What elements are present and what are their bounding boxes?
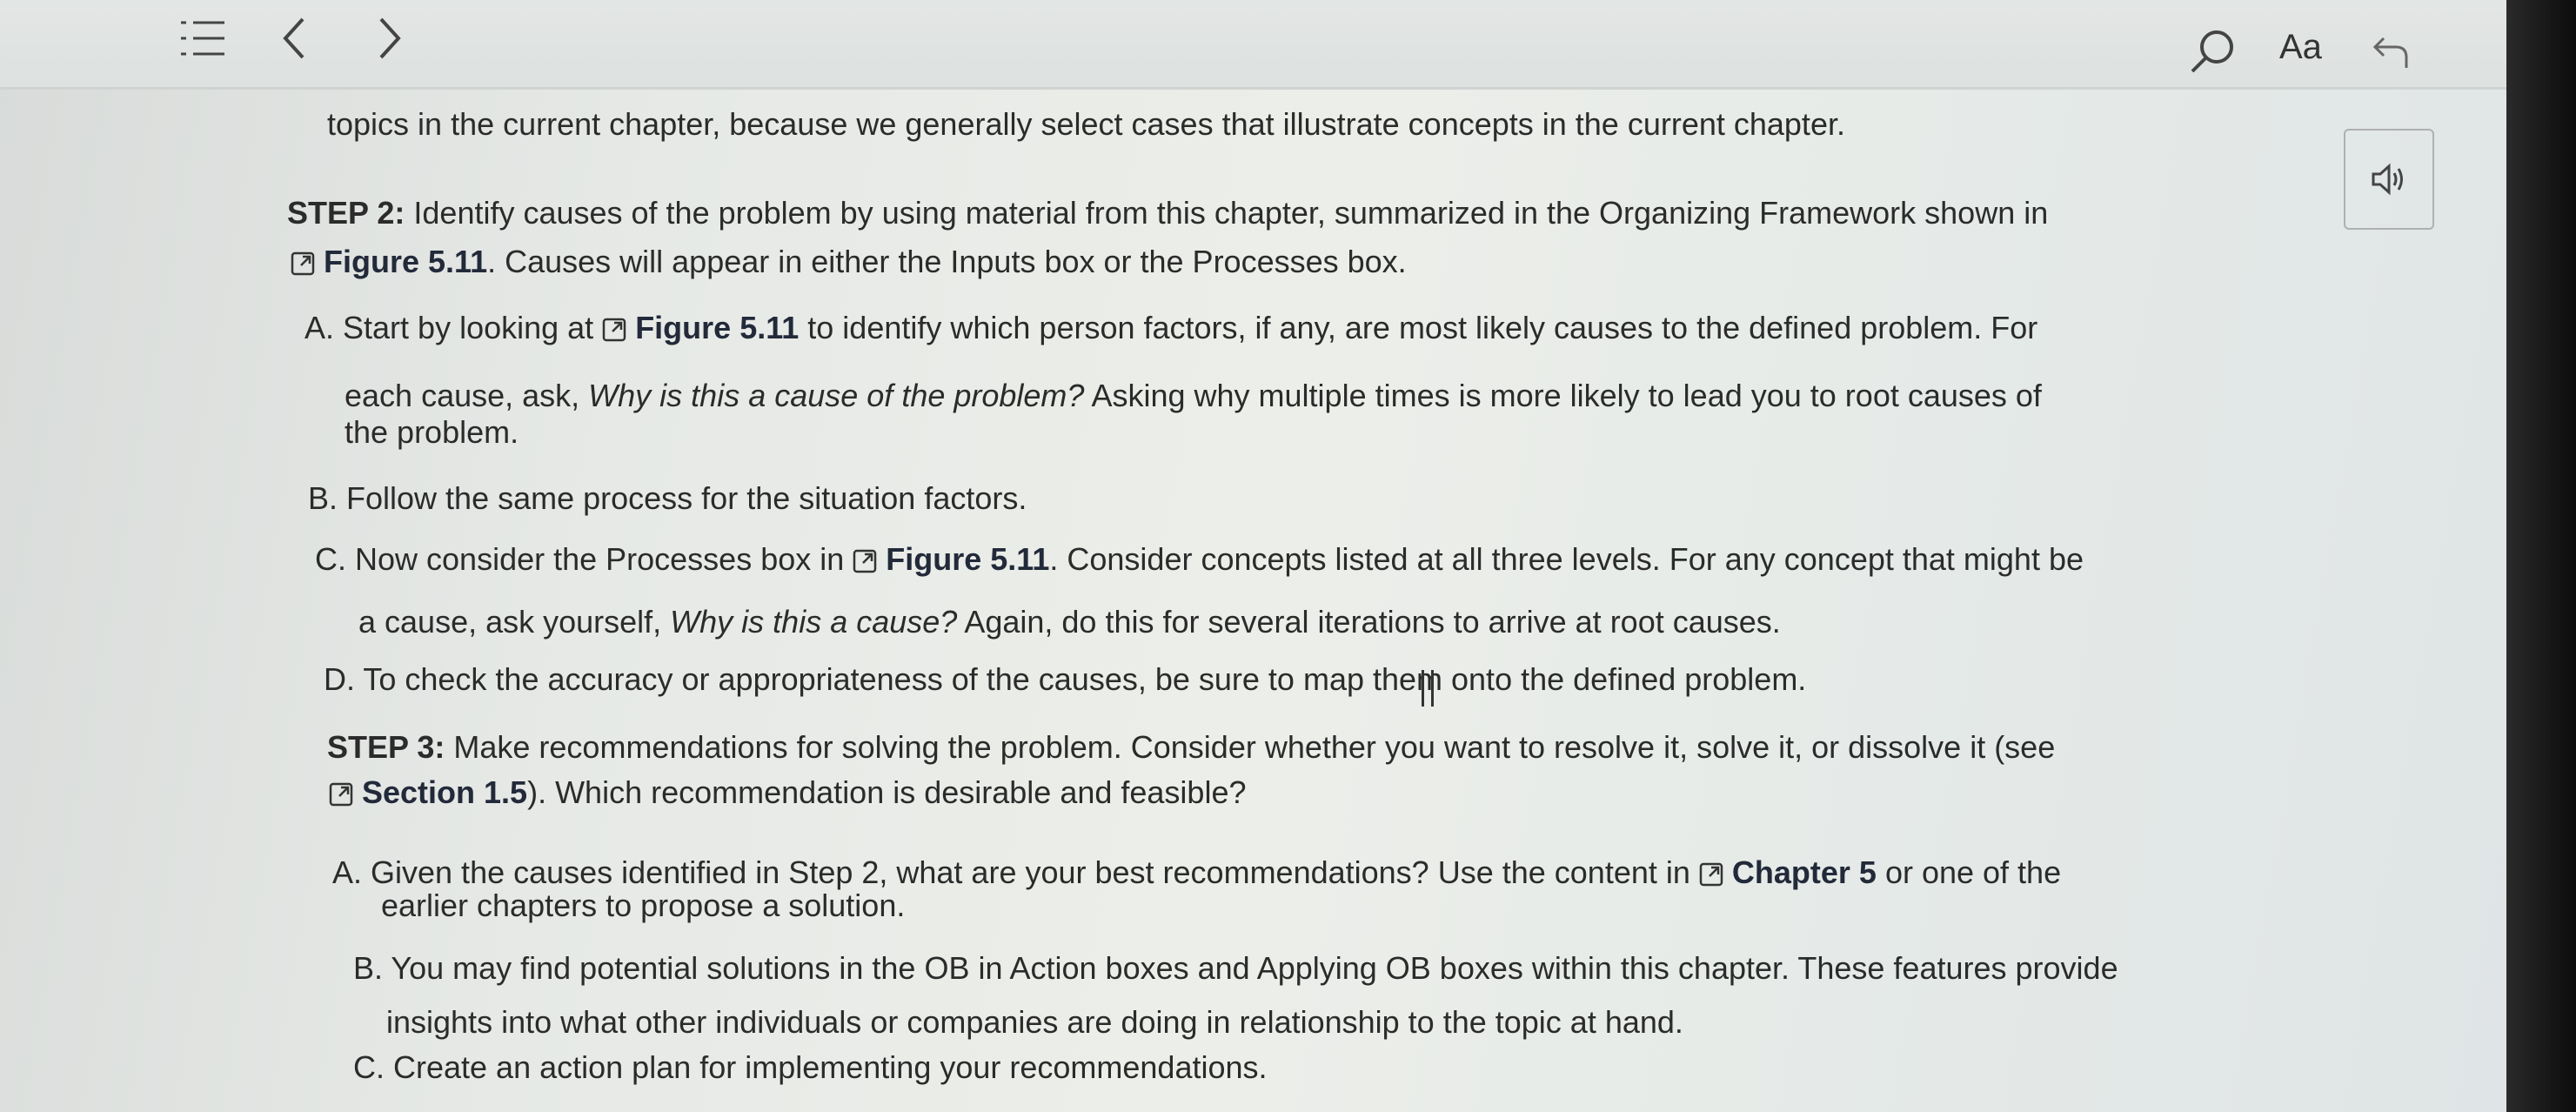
figure-5-11-link[interactable]: Figure 5.11: [853, 541, 1049, 577]
section-1-5-link[interactable]: Section 1.5: [329, 774, 527, 810]
step2-item-c-line2: a cause, ask yourself, Why is this a cau…: [358, 604, 1781, 640]
external-link-icon: [602, 318, 626, 342]
step3-line1: STEP 3: Make recommendations for solving…: [327, 727, 2055, 767]
step3-text: Make recommendations for solving the pro…: [445, 729, 2056, 765]
step3-item-b-line1: B. You may find potential solutions in t…: [353, 950, 2118, 986]
step2-item-c-line1: C. Now consider the Processes box in Fig…: [315, 541, 2084, 577]
step2-item-a-line3: the problem.: [345, 414, 519, 450]
step3-line2: Section 1.5). Which recommendation is de…: [329, 773, 1247, 813]
reading-content: topics in the current chapter, because w…: [0, 0, 2349, 1112]
step3-heading: STEP 3:: [327, 729, 445, 765]
step2-line1: STEP 2: Identify causes of the problem b…: [287, 193, 2048, 233]
figure-5-11-link[interactable]: Figure 5.11: [602, 310, 799, 345]
external-link-icon: [291, 251, 315, 276]
chapter-5-link[interactable]: Chapter 5: [1699, 854, 1877, 890]
step2-line2: Figure 5.11. Causes will appear in eithe…: [291, 242, 1407, 282]
device-bezel: [2506, 0, 2576, 1112]
external-link-icon: [1699, 862, 1723, 887]
figure-5-11-link[interactable]: Figure 5.11: [291, 244, 487, 279]
step2-text: Identify causes of the problem by using …: [405, 195, 2049, 231]
step3-item-c: C. Create an action plan for implementin…: [353, 1049, 1268, 1085]
reader-screen: Aa topics in the current chapter, becaus…: [0, 0, 2523, 1112]
step2-item-a-line1: A. Start by looking at Figure 5.11 to id…: [304, 310, 2038, 345]
step3-item-a-line2: earlier chapters to propose a solution.: [381, 888, 906, 923]
step2-line2-text: . Causes will appear in either the Input…: [487, 244, 1407, 279]
audio-button[interactable]: [2344, 129, 2434, 230]
step3-item-b-line2: insights into what other individuals or …: [386, 1004, 1683, 1040]
step2-item-a-line2: each cause, ask, Why is this a cause of …: [345, 378, 2042, 413]
text-cursor: [1422, 670, 1434, 707]
step2-item-d: D. To check the accuracy or appropriaten…: [324, 661, 1807, 697]
undo-icon[interactable]: [2370, 33, 2412, 71]
intro-text: topics in the current chapter, because w…: [327, 106, 1845, 142]
external-link-icon: [329, 782, 353, 807]
speaker-icon: [2372, 163, 2403, 196]
external-link-icon: [853, 549, 877, 573]
step2-heading: STEP 2:: [287, 195, 405, 231]
step2-item-b: B. Follow the same process for the situa…: [308, 480, 1027, 516]
